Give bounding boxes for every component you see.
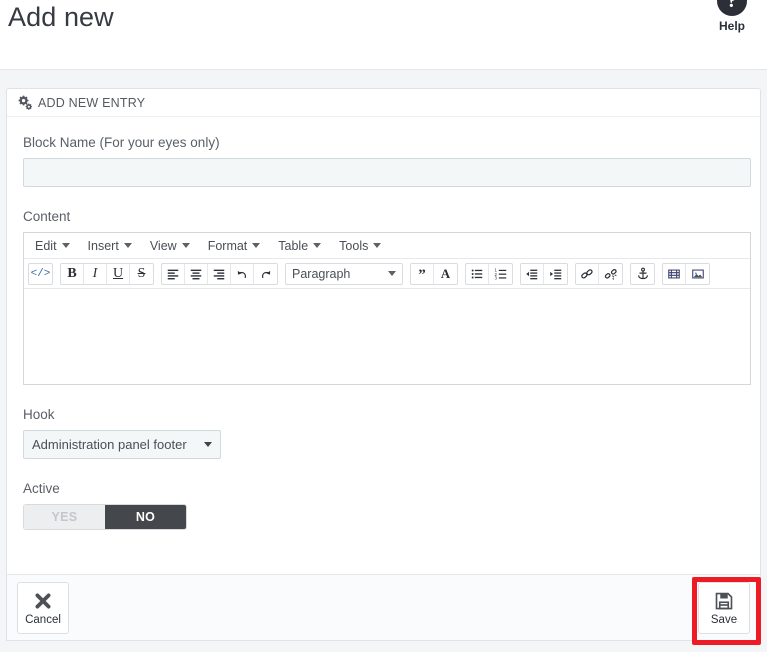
chevron-down-icon [123,243,132,248]
toolbar-group-indent [520,262,568,285]
unlink-icon[interactable] [599,264,622,284]
page-titlebar: Add new ? Help [0,0,767,70]
align-right-icon[interactable] [208,263,231,284]
editor-menubar: Edit Insert View Format Table Tools [24,233,750,259]
editor-menu-insert-label: Insert [87,238,119,253]
panel-body: Block Name (For your eyes only) Content … [7,117,760,530]
chevron-down-icon [181,243,190,248]
chevron-down-icon [313,243,322,248]
toolbar-group-align-history [161,262,278,285]
editor-menu-table[interactable]: Table [269,235,330,257]
editor-menu-format[interactable]: Format [199,235,270,257]
toolbar-group-media [662,262,710,285]
chevron-down-icon [61,243,70,248]
bullet-list-icon[interactable] [466,263,489,284]
close-x-icon [32,590,54,612]
toolbar-group-inline-style: B I U S [60,262,154,285]
numbered-list-icon[interactable]: 1 2 3 [489,264,512,284]
toolbar-group-quote-color: ” A [410,262,458,285]
hook-select-value: Administration panel footer [32,437,187,452]
active-toggle-no[interactable]: NO [105,505,186,529]
toolbar-group-code: </> [28,262,53,285]
editor-menu-format-label: Format [207,238,248,253]
page-title: Add new [8,2,114,32]
block-name-input[interactable] [23,158,751,187]
active-label: Active [23,481,60,496]
cancel-button[interactable]: Cancel [17,581,69,634]
content-editor-body[interactable] [24,289,750,384]
editor-menu-insert[interactable]: Insert [79,235,141,257]
align-center-icon[interactable] [185,263,208,284]
underline-icon[interactable]: U [107,263,130,284]
strikethrough-icon[interactable]: S [130,264,153,284]
undo-icon[interactable] [231,263,254,284]
toolbar-group-link [575,262,623,285]
bold-icon[interactable]: B [61,263,84,284]
chevron-down-icon [252,243,261,248]
editor-menu-edit[interactable]: Edit [26,235,79,257]
content-rich-text-editor[interactable]: Edit Insert View Format Table Tools </> … [23,232,751,385]
panel-footer: Cancel Save [7,574,760,640]
chevron-down-icon [373,243,382,248]
help-button[interactable]: ? Help [705,0,759,33]
chevron-down-icon [388,271,396,276]
save-button[interactable]: Save [698,581,750,634]
blockquote-icon[interactable]: ” [411,263,434,284]
floppy-disk-save-icon [713,590,735,612]
media-icon[interactable] [663,263,686,284]
editor-menu-view[interactable]: View [141,235,199,257]
indent-icon[interactable] [544,264,567,284]
hook-select[interactable]: Administration panel footer [23,430,221,459]
save-button-label: Save [710,613,738,626]
panel-header-title: ADD NEW ENTRY [38,95,146,110]
active-toggle-yes[interactable]: YES [24,505,105,529]
editor-menu-edit-label: Edit [35,238,57,253]
redo-icon[interactable] [254,264,277,284]
paragraph-format-value: Paragraph [292,266,351,281]
svg-text:3: 3 [494,275,497,280]
question-mark-circle-icon: ? [717,0,747,16]
add-new-entry-panel: ADD NEW ENTRY Block Name (For your eyes … [6,88,761,641]
active-toggle[interactable]: YES NO [23,504,187,530]
content-label: Content [23,209,71,224]
image-icon[interactable] [686,264,709,284]
toolbar-group-lists: 1 2 3 [465,262,513,285]
help-label: Help [718,19,745,33]
cancel-button-label: Cancel [25,613,61,626]
align-left-icon[interactable] [162,263,185,284]
editor-menu-tools[interactable]: Tools [330,235,390,257]
italic-icon[interactable]: I [84,263,107,284]
source-code-icon[interactable]: </> [29,264,52,284]
block-name-label: Block Name (For your eyes only) [23,135,220,150]
editor-toolbar: </> B I U S Paragraph ” A 1 2 3 [24,259,750,289]
page-gap-band [0,70,767,88]
outdent-icon[interactable] [521,263,544,284]
panel-header: ADD NEW ENTRY [7,89,760,117]
editor-menu-view-label: View [149,238,177,253]
link-icon[interactable] [576,263,599,284]
editor-menu-table-label: Table [278,238,309,253]
cogs-icon [17,95,32,110]
editor-menu-tools-label: Tools [339,238,369,253]
text-color-icon[interactable]: A [434,264,457,284]
toolbar-group-anchor [630,262,655,285]
chevron-down-icon [204,442,212,447]
hook-label: Hook [23,407,55,422]
anchor-icon[interactable] [631,264,654,284]
paragraph-format-select[interactable]: Paragraph [285,262,403,285]
